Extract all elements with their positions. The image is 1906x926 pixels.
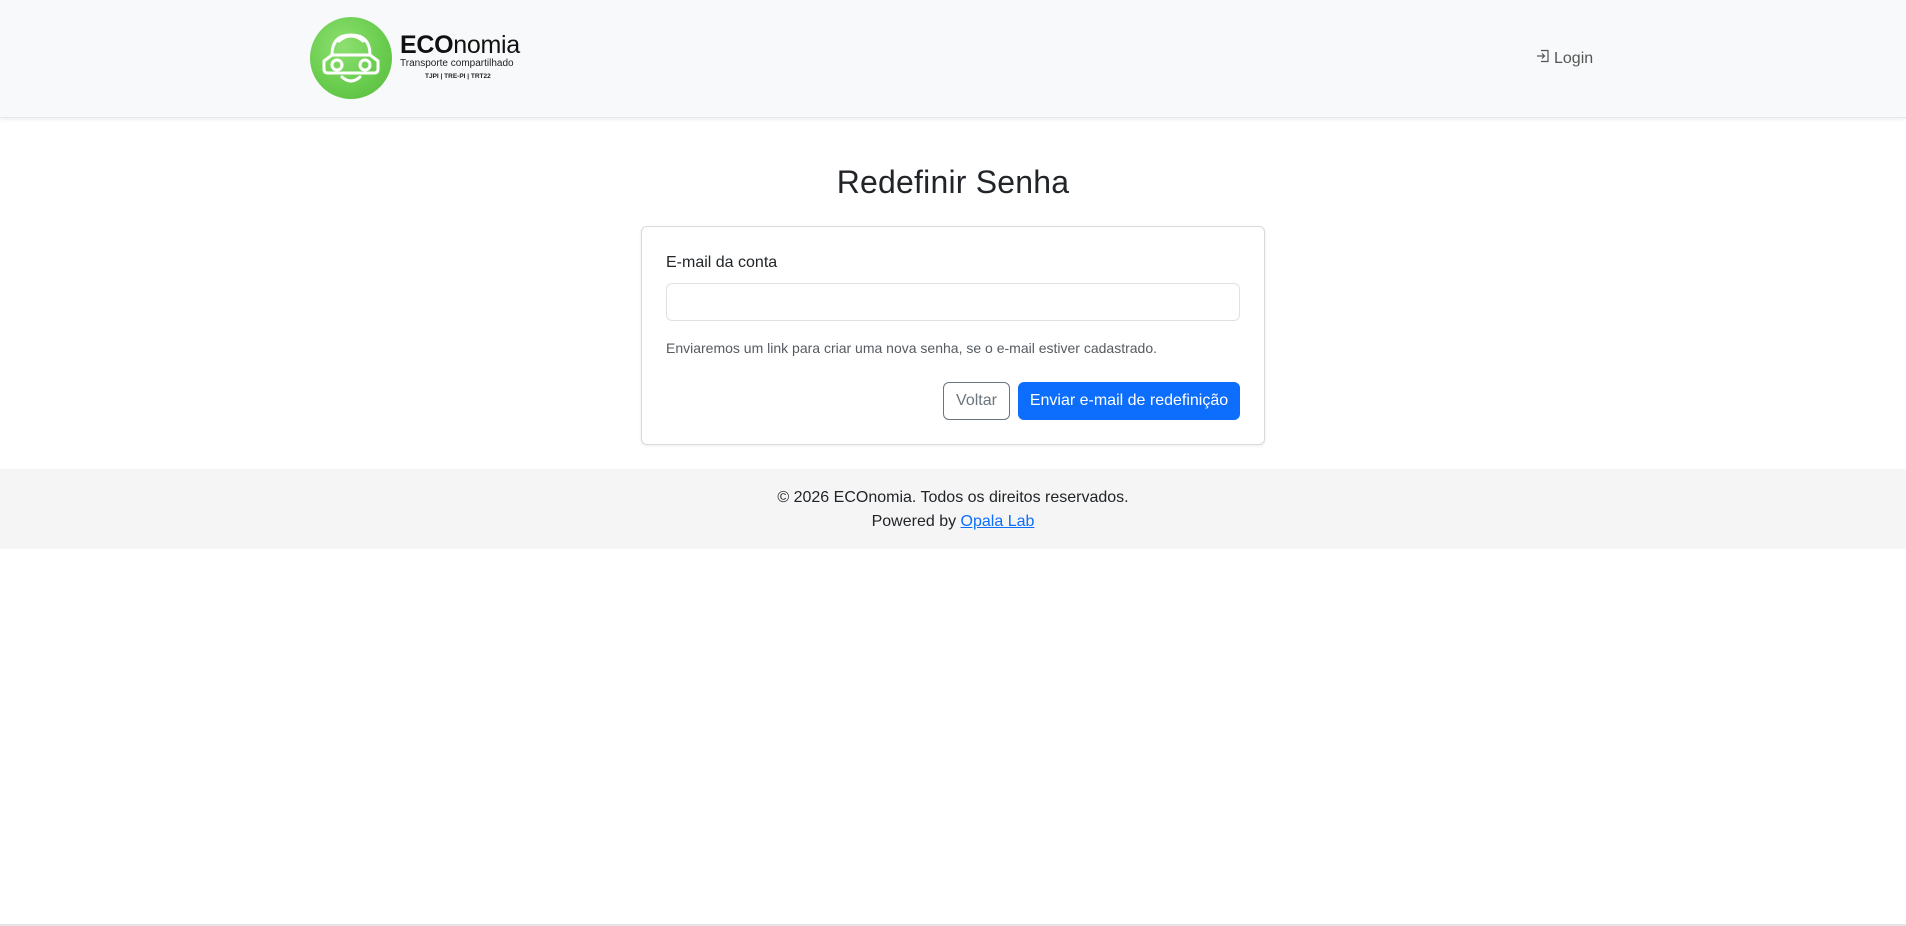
brand-name: ECOnomia [400, 31, 520, 59]
brand-logo-link[interactable]: ECOnomia Transporte compartilhado TJPI |… [310, 17, 520, 99]
login-label: Login [1554, 49, 1594, 67]
page-title: Redefinir Senha [836, 164, 1070, 200]
footer-powered-by: Powered by Opala Lab [0, 513, 1906, 531]
brand-orgs: TJPI | TRE-PI | TRT22 [425, 73, 491, 80]
brand-tagline: Transporte compartilhado [400, 58, 514, 69]
opala-lab-link[interactable]: Opala Lab [961, 513, 1035, 530]
login-icon [1535, 48, 1551, 69]
login-link[interactable]: Login [1535, 48, 1593, 69]
car-face-icon [310, 17, 392, 99]
send-reset-email-button[interactable]: Enviar e-mail de redefinição [1018, 382, 1240, 420]
footer-copyright: © 2026 ECOnomia. Todos os direitos reser… [777, 489, 1129, 506]
reset-password-card: E-mail da conta Enviaremos um link para … [641, 226, 1265, 445]
email-help-text: Enviaremos um link para criar uma nova s… [666, 340, 1157, 356]
brand-text: ECOnomia Transporte compartilhado TJPI |… [400, 32, 520, 84]
powered-by-prefix: Powered by [871, 513, 961, 530]
footer: © 2026 ECOnomia. Todos os direitos reser… [0, 469, 1906, 549]
email-label: E-mail da conta [666, 254, 778, 271]
email-input[interactable] [666, 283, 1240, 321]
navbar: ECOnomia Transporte compartilhado TJPI |… [0, 0, 1906, 118]
back-button[interactable]: Voltar [943, 382, 1010, 420]
